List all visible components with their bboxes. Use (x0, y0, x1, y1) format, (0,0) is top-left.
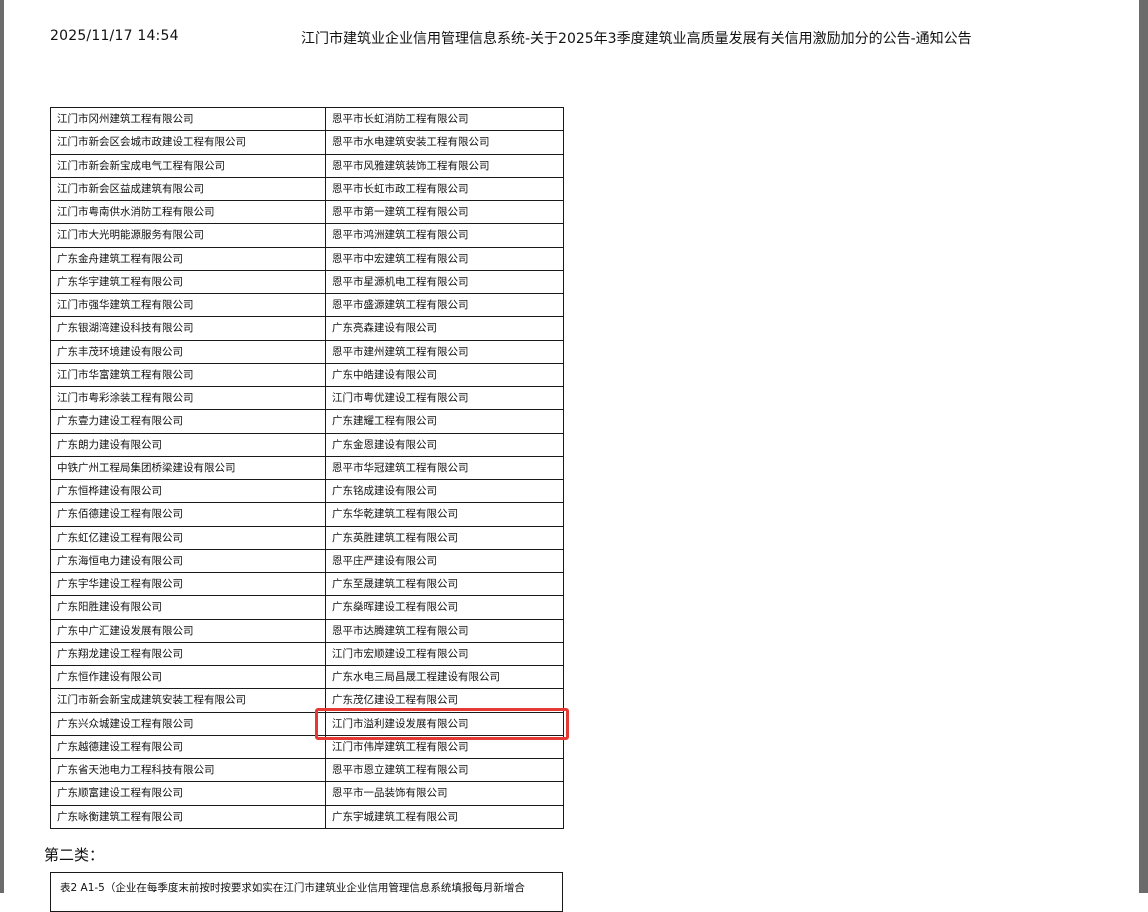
company-cell-left: 广东海恒电力建设有限公司 (50, 548, 326, 574)
table-row: 广东虹亿建设工程有限公司 广东英胜建筑工程有限公司 (50, 525, 564, 550)
table-row: 广东阳胜建设有限公司 广东燊晖建设工程有限公司 (50, 595, 564, 620)
table-row: 广东翔龙建设工程有限公司 江门市宏顺建设工程有限公司 (50, 641, 564, 667)
table-row: 江门市新会区益成建筑有限公司 恩平市长虹市政工程有限公司 (50, 176, 564, 202)
company-cell-left: 广东兴众城建设工程有限公司 (50, 711, 326, 736)
company-cell-left: 江门市华富建筑工程有限公司 (50, 362, 326, 388)
table-row: 江门市大光明能源服务有限公司 恩平市鸿洲建筑工程有限公司 (50, 223, 564, 248)
company-cell-left: 广东银湖湾建设科技有限公司 (50, 316, 326, 341)
table-row: 广东恒桦建设有限公司 广东铭成建设有限公司 (50, 478, 564, 504)
table-row: 江门市冈州建筑工程有限公司 恩平市长虹消防工程有限公司 (50, 106, 564, 132)
company-cell-right: 广东燊晖建设工程有限公司 (325, 595, 564, 620)
table-row: 广东朗力建设有限公司 广东金恩建设有限公司 (50, 432, 564, 457)
company-cell-left: 广东虹亿建设工程有限公司 (50, 525, 326, 550)
table2: 表2 A1-5（企业在每季度末前按时按要求如实在江门市建筑业企业信用管理信息系统… (50, 872, 563, 912)
company-cell-left: 江门市粤彩涂装工程有限公司 (50, 385, 326, 411)
company-cell-right: 广东水电三局昌晟工程建设有限公司 (325, 664, 564, 690)
table-row: 广东恒作建设有限公司 广东水电三局昌晟工程建设有限公司 (50, 664, 564, 690)
company-cell-right: 广东金恩建设有限公司 (325, 432, 564, 457)
company-cell-right: 恩平市第一建筑工程有限公司 (325, 199, 564, 225)
highlight-box (315, 708, 569, 740)
company-cell-right: 恩平市长虹市政工程有限公司 (325, 176, 564, 202)
company-cell-left: 广东恒桦建设有限公司 (50, 478, 326, 504)
company-cell-left: 广东恒作建设有限公司 (50, 664, 326, 690)
table-row: 江门市粤南供水消防工程有限公司 恩平市第一建筑工程有限公司 (50, 199, 564, 225)
company-cell-left: 江门市新会区会城市政建设工程有限公司 (50, 130, 326, 155)
table-row: 广东丰茂环境建设有限公司 恩平市建州建筑工程有限公司 (50, 339, 564, 364)
print-datetime: 2025/11/17 14:54 (50, 28, 179, 44)
company-cell-right: 广东至晟建筑工程有限公司 (325, 571, 564, 597)
table-row: 广东顺富建设工程有限公司 恩平市一品装饰有限公司 (50, 781, 564, 806)
company-cell-left: 江门市强华建筑工程有限公司 (50, 292, 326, 318)
company-cell-right: 广东中皓建设有限公司 (325, 362, 564, 388)
company-cell-right: 恩平市建州建筑工程有限公司 (325, 339, 564, 364)
company-cell-left: 广东朗力建设有限公司 (50, 432, 326, 457)
table-row: 江门市粤彩涂装工程有限公司 江门市粤优建设工程有限公司 (50, 385, 564, 411)
section-label: 第二类： (44, 846, 105, 864)
company-cell-left: 广东华宇建筑工程有限公司 (50, 269, 326, 295)
table-row: 广东宇华建设工程有限公司 广东至晟建筑工程有限公司 (50, 571, 564, 597)
table-row: 广东华宇建筑工程有限公司 恩平市星源机电工程有限公司 (50, 269, 564, 295)
company-cell-left: 江门市冈州建筑工程有限公司 (50, 106, 326, 132)
table-row: 江门市新会新宝成电气工程有限公司 恩平市风雅建筑装饰工程有限公司 (50, 153, 564, 178)
company-cell-left: 广东金舟建筑工程有限公司 (50, 246, 326, 271)
viewer-frame-right (1139, 0, 1148, 893)
company-cell-left: 广东宇华建设工程有限公司 (50, 571, 326, 597)
table-row: 广东金舟建筑工程有限公司 恩平市中宏建筑工程有限公司 (50, 246, 564, 271)
company-cell-right: 恩平市达腾建筑工程有限公司 (325, 618, 564, 643)
company-cell-right: 广东建耀工程有限公司 (325, 409, 564, 434)
company-cell-left: 广东省天池电力工程科技有限公司 (50, 757, 326, 783)
table-row: 广东咏衡建筑工程有限公司 广东宇城建筑工程有限公司 (50, 804, 564, 829)
company-cell-right: 恩平市鸿洲建筑工程有限公司 (325, 223, 564, 248)
company-cell-right: 广东亮森建设有限公司 (325, 316, 564, 341)
company-cell-right: 恩平市水电建筑安装工程有限公司 (325, 130, 564, 155)
company-cell-right: 广东铭成建设有限公司 (325, 478, 564, 504)
company-cell-right: 江门市粤优建设工程有限公司 (325, 385, 564, 411)
company-cell-right: 恩平市中宏建筑工程有限公司 (325, 246, 564, 271)
company-cell-left: 广东顺富建设工程有限公司 (50, 781, 326, 806)
company-cell-left: 广东壹力建设工程有限公司 (50, 409, 326, 434)
company-cell-right: 恩平市盛源建筑工程有限公司 (325, 292, 564, 318)
company-cell-right: 恩平市长虹消防工程有限公司 (325, 106, 564, 132)
table-row: 广东省天池电力工程科技有限公司 恩平市恩立建筑工程有限公司 (50, 757, 564, 783)
table-row: 江门市新会区会城市政建设工程有限公司 恩平市水电建筑安装工程有限公司 (50, 130, 564, 155)
company-cell-right: 广东华乾建筑工程有限公司 (325, 502, 564, 527)
company-cell-right: 恩平市华冠建筑工程有限公司 (325, 455, 564, 481)
company-cell-left: 江门市新会新宝成电气工程有限公司 (50, 153, 326, 178)
company-cell-left: 江门市新会新宝成建筑安装工程有限公司 (50, 688, 326, 713)
company-cell-left: 江门市粤南供水消防工程有限公司 (50, 199, 326, 225)
company-cell-right: 恩平市恩立建筑工程有限公司 (325, 757, 564, 783)
table-row: 江门市华富建筑工程有限公司 广东中皓建设有限公司 (50, 362, 564, 388)
company-cell-left: 广东佰德建设工程有限公司 (50, 502, 326, 527)
company-cell-left: 广东越德建设工程有限公司 (50, 734, 326, 760)
company-cell-left: 江门市新会区益成建筑有限公司 (50, 176, 326, 202)
company-cell-right: 广东宇城建筑工程有限公司 (325, 804, 564, 829)
table-row: 中铁广州工程局集团桥梁建设有限公司 恩平市华冠建筑工程有限公司 (50, 455, 564, 481)
company-cell-left: 广东翔龙建设工程有限公司 (50, 641, 326, 667)
table-row: 广东佰德建设工程有限公司 广东华乾建筑工程有限公司 (50, 502, 564, 527)
document-page: 2025/11/17 14:54 江门市建筑业企业信用管理信息系统-关于2025… (4, 0, 1139, 912)
company-cell-left: 中铁广州工程局集团桥梁建设有限公司 (50, 455, 326, 481)
company-cell-right: 恩平庄严建设有限公司 (325, 548, 564, 574)
document-title: 江门市建筑业企业信用管理信息系统-关于2025年3季度建筑业高质量发展有关信用激… (301, 31, 972, 47)
company-cell-left: 广东咏衡建筑工程有限公司 (50, 804, 326, 829)
table-row: 广东银湖湾建设科技有限公司 广东亮森建设有限公司 (50, 316, 564, 341)
table-row: 广东海恒电力建设有限公司 恩平庄严建设有限公司 (50, 548, 564, 574)
company-cell-left: 广东中广汇建设发展有限公司 (50, 618, 326, 643)
company-cell-right: 恩平市星源机电工程有限公司 (325, 269, 564, 295)
company-cell-left: 广东阳胜建设有限公司 (50, 595, 326, 620)
company-cell-right: 广东英胜建筑工程有限公司 (325, 525, 564, 550)
company-cell-right: 恩平市一品装饰有限公司 (325, 781, 564, 806)
company-cell-left: 江门市大光明能源服务有限公司 (50, 223, 326, 248)
table-row: 广东壹力建设工程有限公司 广东建耀工程有限公司 (50, 409, 564, 434)
company-cell-left: 广东丰茂环境建设有限公司 (50, 339, 326, 364)
table-row: 广东中广汇建设发展有限公司 恩平市达腾建筑工程有限公司 (50, 618, 564, 643)
table-row: 江门市强华建筑工程有限公司 恩平市盛源建筑工程有限公司 (50, 292, 564, 318)
company-cell-right: 江门市宏顺建设工程有限公司 (325, 641, 564, 667)
company-cell-right: 恩平市风雅建筑装饰工程有限公司 (325, 153, 564, 178)
